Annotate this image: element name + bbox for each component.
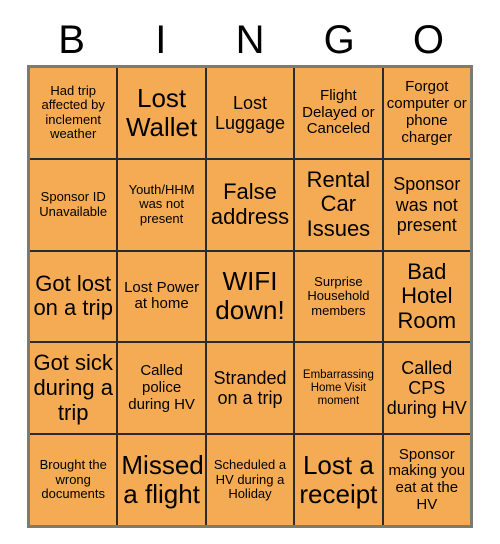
bingo-cell-label: Called CPS during HV (386, 358, 467, 419)
bingo-cell-g5[interactable]: Lost a receipt (295, 435, 382, 525)
bingo-cell-label: Lost Wallet (125, 82, 198, 142)
bingo-cell-i3[interactable]: Lost Power at home (118, 251, 205, 342)
bingo-cell-label: WIFI down! (215, 266, 285, 326)
bingo-cell-n5[interactable]: Scheduled a HV during a Holiday (206, 435, 294, 525)
bingo-cell-n3[interactable]: WIFI down! (206, 251, 294, 342)
bingo-cell-label: Sponsor ID Unavailable (39, 189, 108, 219)
bingo-header-letter-b: B (58, 18, 85, 62)
bingo-cell-label: False address (210, 179, 290, 229)
bingo-header-letter-o: O (412, 18, 444, 62)
bingo-cell-label: Got sick during a trip (33, 350, 113, 425)
bingo-cell-label: Scheduled a HV during a Holiday (213, 457, 287, 502)
bingo-cell-g3[interactable]: Surprise Household members (295, 251, 382, 342)
bingo-cell-n2[interactable]: False address (206, 159, 294, 250)
bingo-cell-n1[interactable]: Lost Luggage (206, 68, 294, 158)
bingo-cell-b3[interactable]: Got lost on a trip (30, 251, 117, 342)
bingo-cell-label: Brought the wrong documents (39, 457, 107, 502)
bingo-cell-g2[interactable]: Rental Car Issues (295, 159, 382, 250)
bingo-cell-label: Lost a receipt (299, 449, 378, 510)
bingo-cell-i5[interactable]: Missed a flight (118, 435, 205, 525)
bingo-cell-label: Got lost on a trip (33, 270, 113, 321)
bingo-cell-label: Sponsor making you eat at the HV (388, 445, 466, 513)
bingo-grid: Had trip affected by inclement weather L… (27, 65, 473, 528)
bingo-cell-b4[interactable]: Got sick during a trip (30, 343, 117, 434)
bingo-cell-b1[interactable]: Had trip affected by inclement weather (30, 68, 117, 158)
bingo-header-letter-g: G (323, 18, 355, 62)
bingo-cell-label: Forgot computer or phone charger (386, 78, 467, 146)
bingo-card-page: B I N G O Had trip affected by inclement… (0, 0, 500, 544)
bingo-cell-o1[interactable]: Forgot computer or phone charger (383, 68, 470, 158)
bingo-cell-o5[interactable]: Sponsor making you eat at the HV (383, 435, 470, 525)
bingo-cell-o2[interactable]: Sponsor was not present (383, 159, 470, 250)
bingo-cell-label: Lost Luggage (214, 92, 286, 133)
bingo-cell-label: Embarrassing Home Visit moment (302, 368, 374, 407)
bingo-cell-b2[interactable]: Sponsor ID Unavailable (30, 159, 117, 250)
bingo-cell-label: Had trip affected by inclement weather (41, 82, 105, 142)
bingo-cell-i1[interactable]: Lost Wallet (118, 68, 205, 158)
bingo-cell-label: Stranded on a trip (213, 368, 287, 409)
bingo-cell-label: Lost Power at home (124, 278, 200, 313)
bingo-cell-label: Surprise Household members (307, 273, 370, 318)
bingo-cell-label: Youth/HHM was not present (128, 181, 195, 226)
bingo-cell-b5[interactable]: Brought the wrong documents (30, 435, 117, 525)
bingo-cell-label: Rental Car Issues (306, 166, 371, 241)
bingo-cell-g4[interactable]: Embarrassing Home Visit moment (295, 343, 382, 434)
bingo-cell-i4[interactable]: Called police during HV (118, 343, 205, 434)
bingo-cell-i2[interactable]: Youth/HHM was not present (118, 159, 205, 250)
bingo-cell-o3[interactable]: Bad Hotel Room (383, 251, 470, 342)
bingo-header-row: B I N G O (27, 16, 473, 64)
bingo-cell-g1[interactable]: Flight Delayed or Canceled (295, 68, 382, 158)
bingo-cell-label: Missed a flight (121, 449, 204, 510)
bingo-header-letter-i: I (155, 18, 167, 62)
bingo-header-letter-n: N (235, 18, 265, 62)
bingo-cell-o4[interactable]: Called CPS during HV (383, 343, 470, 434)
bingo-cell-n4[interactable]: Stranded on a trip (206, 343, 294, 434)
bingo-cell-label: Sponsor was not present (393, 174, 461, 235)
bingo-cell-label: Called police during HV (128, 362, 195, 413)
bingo-cell-label: Bad Hotel Room (397, 258, 457, 333)
bingo-cell-label: Flight Delayed or Canceled (302, 86, 375, 138)
